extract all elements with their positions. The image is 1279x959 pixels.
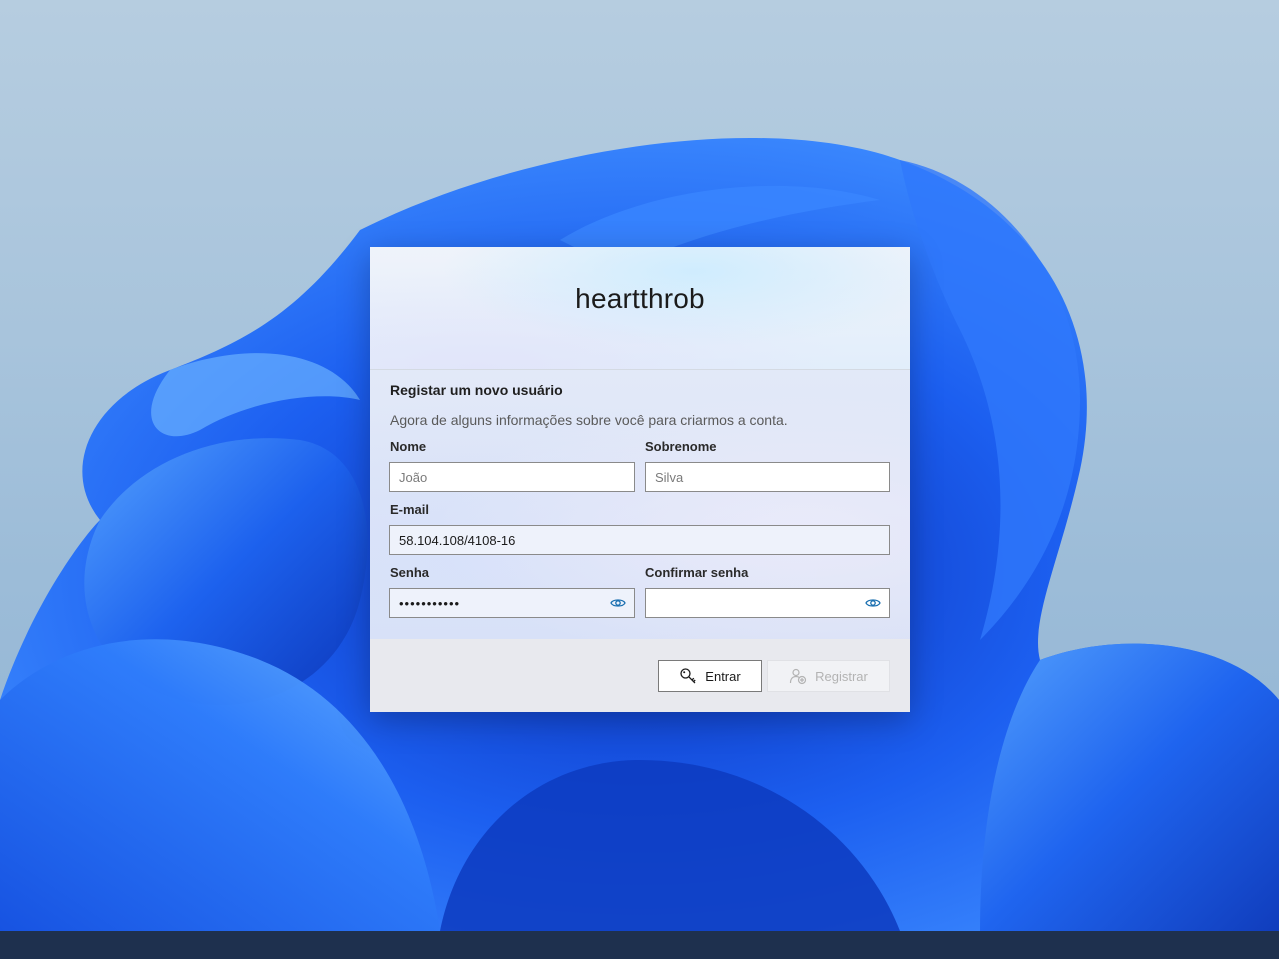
confirm-password-toggle-button[interactable] [858,589,888,617]
eye-icon [865,599,881,607]
section-title: Registar um novo usuário [390,382,563,398]
desktop: heartthrob Registar um novo usuário Agor… [0,0,1279,959]
first-name-input[interactable] [389,462,635,492]
last-name-label: Sobrenome [645,439,717,454]
email-input[interactable] [389,525,890,555]
dialog-footer: Entrar Registrar [370,639,910,712]
eye-icon [610,599,626,607]
first-name-label: Nome [390,439,427,454]
register-button[interactable]: Registrar [767,660,890,692]
confirm-password-label: Confirmar senha [645,565,749,580]
taskbar [0,931,1279,959]
last-name-input[interactable] [645,462,890,492]
register-button-label: Registrar [815,668,868,684]
enter-button-label: Entrar [705,668,741,684]
confirm-password-input[interactable] [645,588,890,618]
password-toggle-button[interactable] [603,589,633,617]
enter-button[interactable]: Entrar [658,660,762,692]
app-title: heartthrob [575,283,705,314]
add-user-icon [790,668,807,685]
register-dialog: heartthrob Registar um novo usuário Agor… [370,247,910,712]
email-label: E-mail [390,502,430,517]
key-icon [680,668,696,684]
password-input[interactable] [389,588,635,618]
section-description: Agora de alguns informações sobre você p… [390,412,788,428]
password-label: Senha [390,565,430,580]
dialog-header: heartthrob [370,247,910,370]
register-form: Registar um novo usuário Agora de alguns… [370,370,910,639]
